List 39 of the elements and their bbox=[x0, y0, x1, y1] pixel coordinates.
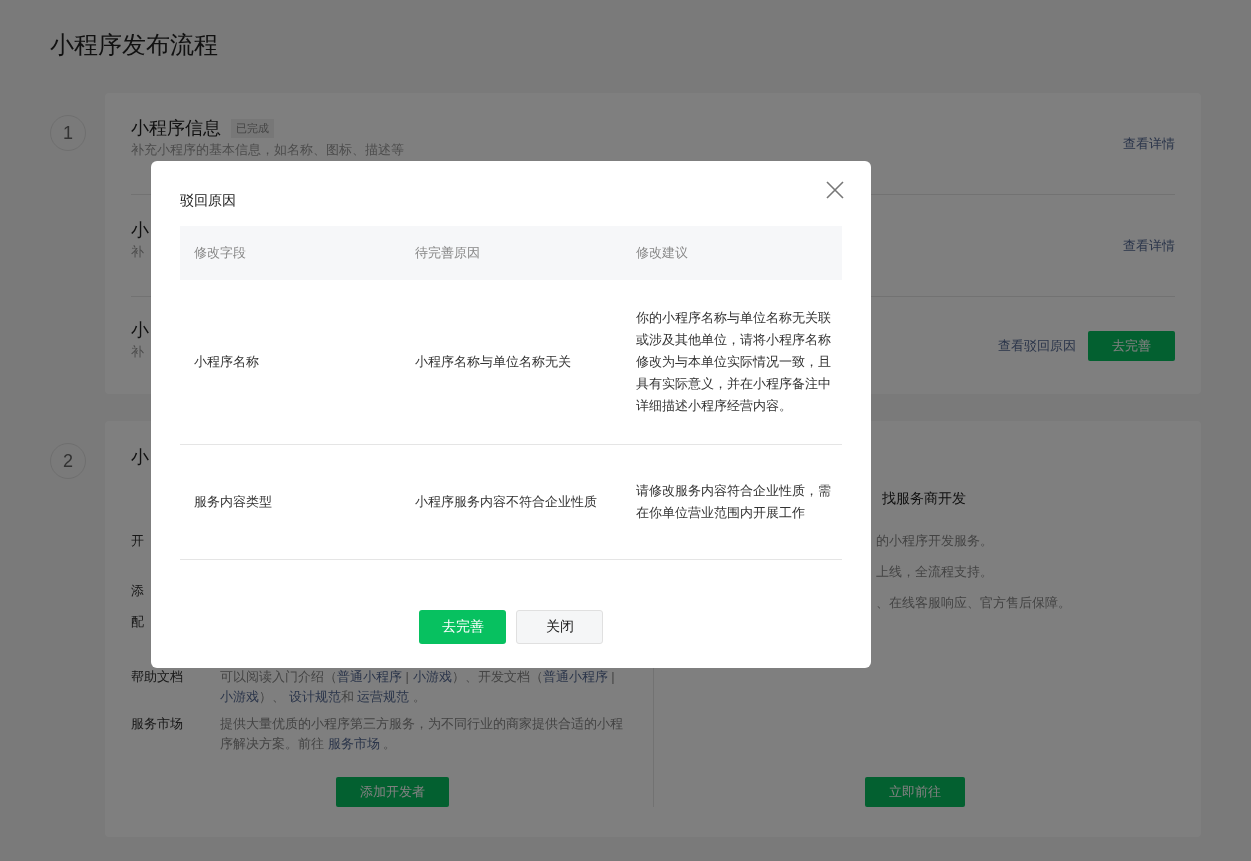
table-cell-text: 小程序名称 bbox=[194, 353, 259, 371]
item-label: 帮助文档 bbox=[131, 668, 184, 686]
feature-text: 的小程序开发服务。 bbox=[876, 532, 994, 550]
dialog-title: 驳回原因 bbox=[180, 191, 236, 210]
step-title: 小 bbox=[131, 319, 149, 342]
go-now-button[interactable]: 立即前往 bbox=[864, 777, 965, 807]
table-cell-text: 小程序服务内容不符合企业性质 bbox=[415, 493, 597, 511]
item-label: 配 bbox=[131, 613, 145, 631]
feature-text: 上线，全流程支持。 bbox=[876, 563, 994, 581]
table-cell-text: 请修改服务内容符合企业性质，需在你单位营业范围内开展工作 bbox=[636, 482, 832, 522]
item-label: 开 bbox=[131, 532, 145, 550]
doc-link[interactable]: 小游戏 bbox=[220, 689, 259, 704]
item-label: 添 bbox=[131, 582, 145, 600]
details-link[interactable]: 查看详情 bbox=[1123, 236, 1175, 255]
close-icon[interactable] bbox=[825, 179, 845, 200]
page-title: 小程序发布流程 bbox=[50, 30, 219, 60]
close-button[interactable]: 关闭 bbox=[516, 610, 603, 644]
complete-button[interactable]: 去完善 bbox=[1088, 330, 1175, 361]
table-cell-text: 服务内容类型 bbox=[194, 493, 272, 511]
details-link[interactable]: 查看驳回原因 bbox=[998, 336, 1076, 355]
column-title: 找服务商开发 bbox=[881, 489, 967, 508]
column-header: 修改字段 bbox=[193, 244, 247, 262]
doc-link[interactable]: 普通小程序 bbox=[542, 669, 608, 684]
item-label: 服务市场 bbox=[131, 715, 184, 733]
doc-link[interactable]: 运营规范 bbox=[357, 689, 410, 704]
table-cell-text: 小程序名称与单位名称无关 bbox=[415, 353, 571, 371]
doc-link[interactable]: 设计规范 bbox=[288, 689, 341, 704]
step-title: 小 bbox=[131, 446, 150, 469]
step-title: 小 bbox=[131, 219, 149, 242]
details-link[interactable]: 查看详情 bbox=[1123, 134, 1175, 153]
column-header: 待完善原因 bbox=[414, 244, 481, 262]
doc-link[interactable]: 小游戏 bbox=[412, 669, 452, 684]
table-cell-text: 你的小程序名称与单位名称无关联或涉及其他单位，请将小程序名称修改为与本单位实际情况一致，且具有实际意义，并在小程序备注中详细描述小程序经营内容。 bbox=[636, 309, 832, 415]
step-title: 小程序信息 bbox=[131, 117, 221, 140]
doc-link[interactable]: 普通小程序 bbox=[337, 669, 402, 684]
column-header: 修改建议 bbox=[635, 244, 689, 262]
doc-link[interactable]: 服务市场 bbox=[327, 736, 380, 751]
add-developer-button[interactable]: 添加开发者 bbox=[335, 777, 449, 807]
complete-button[interactable]: 去完善 bbox=[419, 610, 506, 644]
